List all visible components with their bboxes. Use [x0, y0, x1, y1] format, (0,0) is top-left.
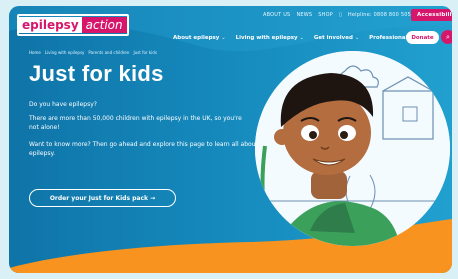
- kid-illustration: [255, 51, 450, 246]
- hero-card: epilepsy action ABOUT US NEWS SHOP ▯ Hel…: [9, 6, 452, 273]
- boy-illustration: [255, 51, 450, 246]
- page-frame: epilepsy action ABOUT US NEWS SHOP ▯ Hel…: [0, 0, 458, 279]
